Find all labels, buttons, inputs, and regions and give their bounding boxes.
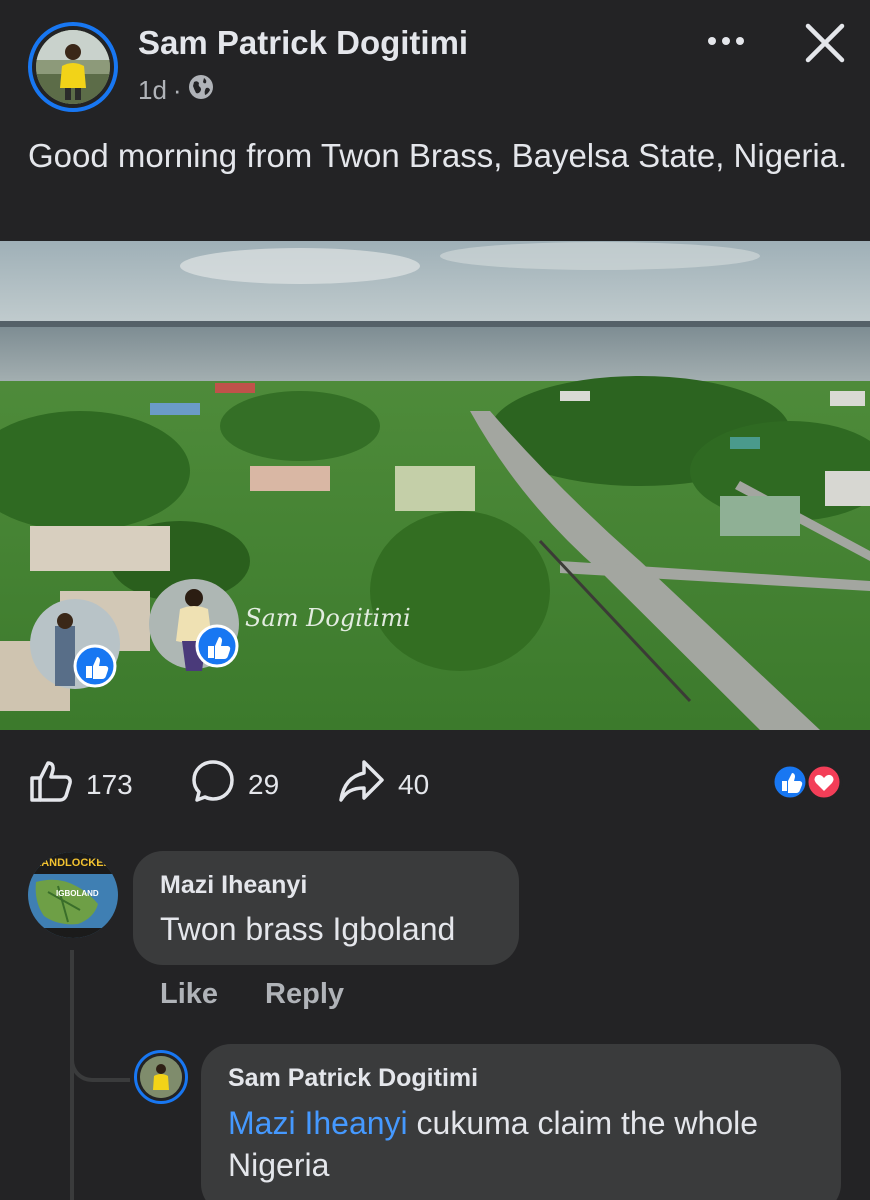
like-count: 173 — [86, 768, 133, 800]
comment-icon — [190, 758, 236, 811]
like-button[interactable]: 173 — [28, 758, 133, 811]
post-time[interactable]: 1d — [138, 75, 167, 106]
comment-button[interactable]: 29 — [190, 758, 279, 811]
love-reaction-icon — [805, 763, 843, 801]
reply-text: Mazi Iheanyi cukuma claim the whole Nige… — [228, 1102, 808, 1186]
post-text: Good morning from Twon Brass, Bayelsa St… — [28, 137, 848, 174]
meta-separator: · — [172, 75, 182, 105]
reply-author-name[interactable]: Sam Patrick Dogitimi — [228, 1064, 478, 1093]
svg-text:LANDLOCKED: LANDLOCKED — [35, 857, 112, 869]
comment-bubble: Mazi Iheanyi Twon brass Igboland — [133, 851, 519, 965]
post-header: Sam Patrick Dogitimi 1d · — [0, 0, 870, 125]
reply-author-avatar[interactable] — [134, 1050, 188, 1104]
post-photo[interactable]: Sam Dogitimi — [0, 241, 870, 730]
post-meta: 1d · — [138, 74, 214, 107]
comment-count: 29 — [248, 768, 280, 800]
author-avatar[interactable] — [28, 22, 118, 112]
more-options-icon[interactable] — [700, 24, 752, 58]
photo-watermark: Sam Dogitimi — [245, 604, 411, 632]
reply-avatar-photo — [140, 1056, 182, 1098]
avatar-photo — [36, 30, 110, 104]
thread-connector — [70, 1040, 130, 1082]
reply-bubble: Sam Patrick Dogitimi Mazi Iheanyi cukuma… — [201, 1044, 841, 1200]
svg-text:IGBOLAND: IGBOLAND — [56, 889, 99, 898]
commenter-name[interactable]: Mazi Iheanyi — [160, 871, 307, 900]
comment-like-button[interactable]: Like — [160, 978, 218, 1011]
comment-reply-button[interactable]: Reply — [265, 978, 344, 1011]
share-button[interactable]: 40 — [338, 758, 429, 811]
post-author-name[interactable]: Sam Patrick Dogitimi — [138, 24, 468, 62]
comment-text: Twon brass Igboland — [160, 911, 456, 947]
globe-icon — [188, 74, 214, 107]
reply-mention[interactable]: Mazi Iheanyi — [228, 1105, 408, 1141]
reaction-summary[interactable] — [770, 763, 846, 801]
comment-actions: Like Reply — [160, 978, 344, 1011]
share-count: 40 — [398, 768, 430, 800]
thread-line — [70, 950, 74, 1200]
commenter-avatar[interactable]: LANDLOCKED IGBOLAND — [28, 852, 118, 938]
aerial-town-photo: Sam Dogitimi — [0, 241, 870, 730]
share-icon — [338, 758, 386, 811]
like-reaction-icon — [771, 763, 809, 801]
thumbs-up-icon — [28, 758, 74, 811]
post-action-bar: 173 29 40 — [0, 750, 870, 816]
close-icon[interactable] — [800, 18, 850, 68]
